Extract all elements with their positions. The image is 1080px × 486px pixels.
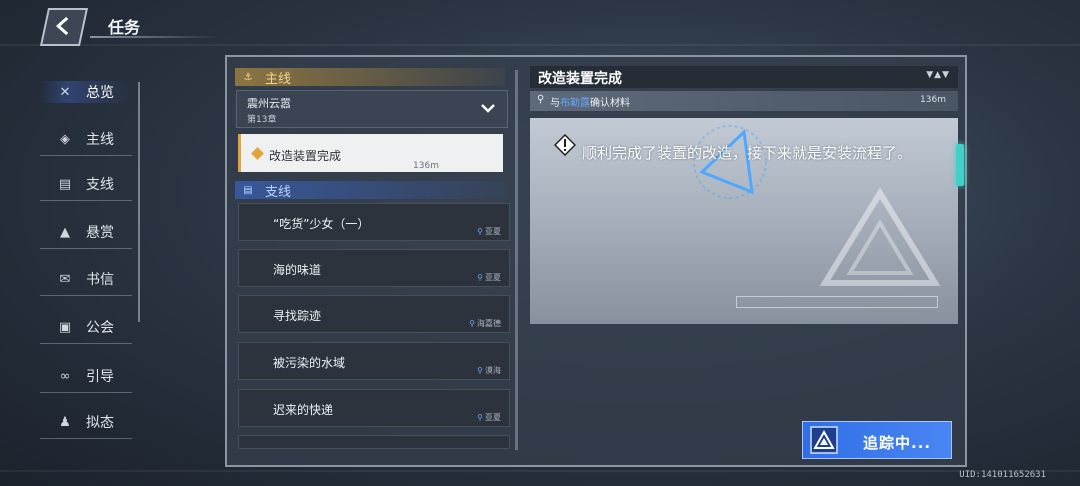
quest-location: ⚲ 亚夏	[477, 227, 501, 236]
triangle-emblem-icon	[810, 426, 838, 454]
back-button[interactable]	[39, 8, 89, 46]
nav-item-side[interactable]: ▤ 支线	[40, 173, 132, 201]
quest-item[interactable]: 寻找踪迹 ⚲ 海嘉德	[238, 295, 510, 333]
nav-item-main[interactable]: ◈ 主线	[40, 128, 132, 156]
location-pin-icon: ⚲	[477, 366, 483, 375]
mountain-icon: ▲	[60, 224, 70, 240]
side-section-header: ▤ 支线	[235, 181, 505, 200]
quest-name: “吃货”少女（一）	[273, 217, 370, 231]
side-tab-handle[interactable]	[956, 144, 964, 186]
background-stripe	[0, 44, 1080, 46]
quest-item-active[interactable]: 改造装置完成 136m	[238, 134, 503, 172]
nav-item-guide[interactable]: ∞ 引导	[40, 365, 132, 393]
nav-item-overview[interactable]: ✕ 总览	[40, 81, 132, 103]
track-button[interactable]: 追踪中...	[802, 421, 952, 459]
loop-icon: ∞	[59, 368, 71, 384]
envelope-icon: ✉	[59, 271, 71, 287]
nav-label: 悬赏	[86, 225, 114, 241]
nav-item-guild[interactable]: ▣ 公会	[40, 316, 132, 344]
description-box: 顺利完成了装置的改造，接下来就是安装流程了。	[530, 118, 958, 324]
quest-distance: 136m	[413, 161, 439, 171]
quest-name: 海的味道	[273, 263, 322, 277]
scroll-icon: ▤	[58, 176, 72, 192]
chapter-label: 第13章	[247, 115, 277, 125]
nav-label: 公会	[86, 320, 114, 336]
faded-triangle-emblem	[820, 188, 940, 286]
detail-header: 改造装置完成 ▼▲▼	[530, 66, 958, 88]
location-pin-icon: ⚲	[477, 273, 483, 282]
emblem-icon: ◈	[60, 131, 70, 147]
region-name: 震州云嚣	[247, 97, 291, 110]
description-text: 顺利完成了装置的改造，接下来就是安装流程了。	[582, 144, 913, 162]
location-pin-icon: ⚲	[477, 413, 483, 422]
objective-text: 与布勒露确认材料	[550, 98, 630, 109]
figure-icon: ♟	[59, 414, 71, 430]
location-pin-icon: ⚲	[469, 319, 475, 328]
quest-item[interactable]: 被污染的水域 ⚲ 漠海	[238, 342, 510, 380]
quest-item[interactable]: 迟来的快递 ⚲ 亚夏	[238, 389, 510, 427]
objective-row: ⚲ 与布勒露确认材料 136m	[530, 91, 958, 111]
guild-icon: ▣	[58, 319, 72, 335]
quest-name: 被污染的水域	[273, 356, 346, 370]
nav-label: 支线	[86, 177, 114, 193]
nav-rail	[138, 82, 140, 322]
detail-title: 改造装置完成	[538, 71, 622, 87]
location-pin-icon: ⚲	[477, 227, 483, 236]
scroll-icon: ▤	[243, 184, 253, 196]
nav-label: 拟态	[86, 415, 114, 431]
quest-name: 改造装置完成	[269, 149, 342, 163]
page-title: 任务	[108, 18, 141, 37]
nav-label: 书信	[86, 272, 114, 288]
nav-item-mimic[interactable]: ♟ 拟态	[40, 411, 132, 439]
quest-location: ⚲ 海嘉德	[469, 319, 501, 328]
track-button-label: 追踪中...	[863, 434, 932, 452]
quest-location: ⚲ 亚夏	[477, 273, 501, 282]
quest-name: 寻找踪迹	[273, 309, 322, 323]
main-section-header: ⚓ 主线	[235, 68, 505, 87]
region-selector[interactable]: 震州云嚣 第13章	[236, 90, 508, 128]
header-underline	[90, 36, 220, 38]
quest-item[interactable]: “吃货”少女（一） ⚲ 亚夏	[238, 203, 510, 241]
warning-diamond-icon	[554, 134, 576, 156]
anchor-icon: ⚓	[243, 71, 253, 83]
decor-bar	[736, 296, 938, 308]
list-scrollbar[interactable]	[515, 70, 518, 450]
collapse-arrows-icon[interactable]: ▼▲▼	[926, 70, 950, 80]
nav-label: 引导	[86, 369, 114, 385]
quest-location: ⚲ 亚夏	[477, 413, 501, 422]
chevron-down-icon	[481, 104, 495, 113]
background-stripe	[0, 470, 1080, 472]
chevron-left-icon	[55, 16, 69, 36]
objective-distance: 136m	[920, 95, 946, 105]
nav-label: 总览	[86, 85, 114, 101]
nav-label: 主线	[86, 132, 114, 148]
nav-item-bounty[interactable]: ▲ 悬赏	[40, 221, 132, 249]
diamond-icon	[251, 147, 264, 160]
quest-item[interactable]: 海的味道 ⚲ 亚夏	[238, 249, 510, 287]
quest-item[interactable]	[238, 435, 510, 449]
nav-item-letters[interactable]: ✉ 书信	[40, 268, 132, 296]
crossed-tools-icon: ✕	[59, 84, 71, 100]
npc-name: 布勒露	[560, 98, 590, 109]
location-pin-icon: ⚲	[537, 94, 545, 105]
uid-label: UID:141011652631	[959, 470, 1046, 480]
quest-location: ⚲ 漠海	[477, 366, 501, 375]
quest-name: 迟来的快递	[273, 403, 334, 417]
